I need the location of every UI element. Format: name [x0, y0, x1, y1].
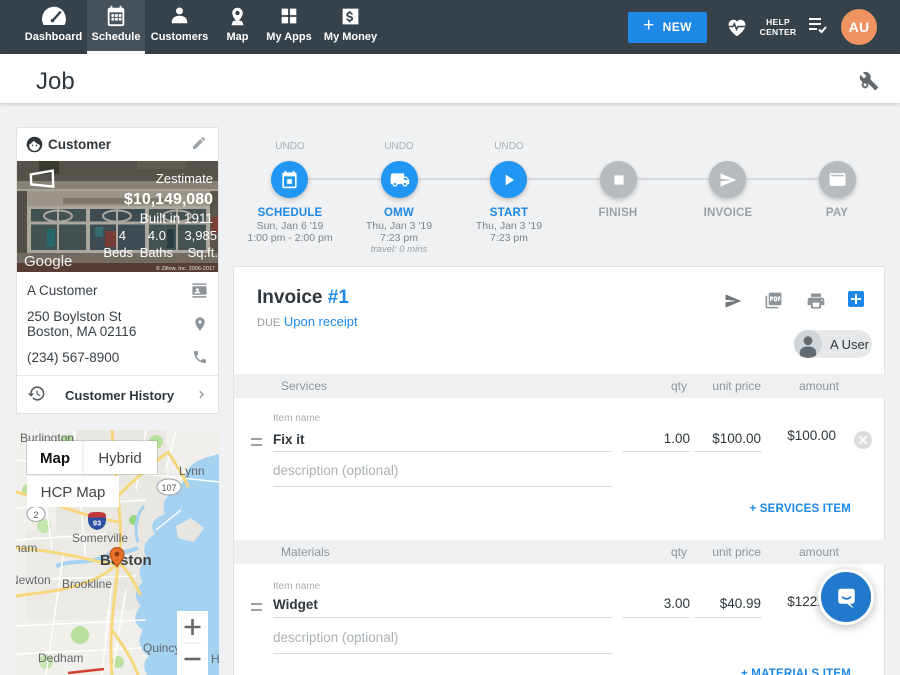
svg-text:Google: Google [24, 253, 72, 270]
svg-text:Hybrid: Hybrid [98, 450, 141, 467]
svg-text:Somerville: Somerville [72, 531, 128, 545]
svg-text:Zestimate: Zestimate [156, 171, 213, 186]
svg-text:4.0: 4.0 [148, 228, 166, 243]
svg-text:Quincy: Quincy [143, 641, 180, 655]
svg-text:ham: ham [16, 541, 37, 555]
svg-text:Dedham: Dedham [38, 651, 83, 665]
svg-text:Beds: Beds [103, 245, 133, 260]
svg-text:Hi: Hi [211, 652, 219, 666]
svg-text:2: 2 [33, 510, 38, 520]
svg-text:$10,149,080: $10,149,080 [124, 191, 213, 208]
svg-text:HCP Map: HCP Map [41, 484, 106, 501]
svg-text:Newton: Newton [16, 573, 51, 587]
svg-text:107: 107 [161, 483, 176, 493]
svg-text:4: 4 [119, 228, 126, 243]
svg-text:93: 93 [93, 519, 101, 528]
svg-text:Baths: Baths [140, 245, 174, 260]
svg-text:© Zillow, Inc. 2006-2017: © Zillow, Inc. 2006-2017 [156, 265, 215, 272]
svg-text:Boston: Boston [100, 552, 152, 569]
svg-text:Lynn: Lynn [179, 464, 205, 478]
svg-text:Sq.ft.: Sq.ft. [188, 245, 218, 260]
svg-text:Brookline: Brookline [62, 577, 112, 591]
svg-text:3,985: 3,985 [184, 228, 217, 243]
svg-text:Map: Map [40, 450, 70, 467]
svg-text:Built in 1911: Built in 1911 [140, 211, 213, 226]
